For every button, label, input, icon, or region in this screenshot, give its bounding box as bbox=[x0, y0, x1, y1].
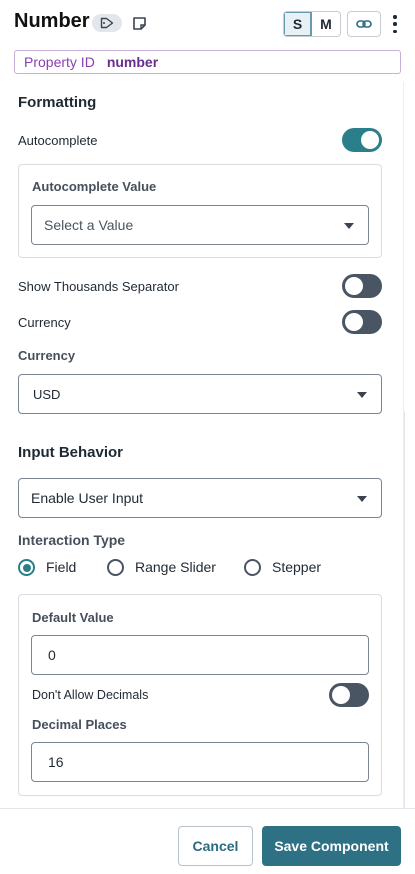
settings-scroll-area[interactable]: Formatting Autocomplete Autocomplete Val… bbox=[0, 82, 415, 808]
chevron-down-icon bbox=[357, 392, 367, 398]
autocomplete-value-select[interactable]: Select a Value bbox=[31, 205, 369, 245]
chevron-down-icon bbox=[344, 223, 354, 229]
currency-toggle-label: Currency bbox=[18, 315, 71, 330]
formatting-section-title: Formatting bbox=[18, 94, 97, 111]
property-id-label: Property ID bbox=[24, 54, 95, 70]
input-behavior-select[interactable]: Enable User Input bbox=[18, 478, 382, 518]
property-id-value: number bbox=[106, 54, 159, 70]
decimal-places-text: 16 bbox=[48, 754, 64, 770]
size-toggle-group: S M bbox=[283, 11, 341, 37]
default-value-input[interactable]: 0 bbox=[31, 635, 369, 675]
chevron-down-icon bbox=[357, 496, 367, 502]
link-button[interactable] bbox=[347, 11, 381, 37]
no-decimals-label: Don't Allow Decimals bbox=[32, 688, 149, 702]
size-small-button[interactable]: S bbox=[284, 12, 312, 36]
interaction-type-radio-group: Field Range Slider Stepper bbox=[18, 558, 398, 578]
more-options-icon[interactable] bbox=[388, 13, 402, 35]
radio-field-label[interactable]: Field bbox=[46, 559, 76, 575]
cancel-button[interactable]: Cancel bbox=[178, 826, 253, 866]
currency-toggle[interactable] bbox=[342, 310, 382, 334]
input-behavior-section-title: Input Behavior bbox=[18, 444, 124, 461]
input-behavior-value: Enable User Input bbox=[31, 490, 144, 506]
radio-range-slider[interactable] bbox=[107, 559, 124, 576]
autocomplete-value-card: Autocomplete Value Select a Value bbox=[18, 164, 382, 258]
autocomplete-value-label: Autocomplete Value bbox=[32, 179, 157, 194]
panel-footer: Cancel Save Component bbox=[0, 808, 415, 874]
currency-select-label: Currency bbox=[18, 348, 76, 363]
radio-stepper[interactable] bbox=[244, 559, 261, 576]
save-component-button[interactable]: Save Component bbox=[262, 826, 401, 866]
autocomplete-value-placeholder: Select a Value bbox=[44, 217, 134, 233]
component-title: Number bbox=[14, 10, 90, 32]
autocomplete-label: Autocomplete bbox=[18, 133, 98, 148]
note-icon[interactable] bbox=[130, 14, 148, 32]
link-icon bbox=[356, 20, 372, 28]
no-decimals-toggle[interactable] bbox=[329, 683, 369, 707]
currency-value: USD bbox=[33, 386, 61, 402]
radio-stepper-label[interactable]: Stepper bbox=[272, 559, 321, 575]
default-value-text: 0 bbox=[48, 647, 56, 663]
tag-icon[interactable] bbox=[92, 14, 122, 32]
decimal-places-label: Decimal Places bbox=[32, 717, 127, 732]
scrollbar-thumb[interactable] bbox=[404, 412, 414, 808]
panel-header: Number S M bbox=[0, 0, 415, 48]
thousands-separator-toggle[interactable] bbox=[342, 274, 382, 298]
property-id-field[interactable]: Property ID number bbox=[14, 50, 401, 74]
thousands-separator-label: Show Thousands Separator bbox=[18, 279, 179, 294]
size-medium-button[interactable]: M bbox=[312, 12, 340, 36]
interaction-type-label: Interaction Type bbox=[18, 532, 126, 548]
radio-range-slider-label[interactable]: Range Slider bbox=[135, 559, 216, 575]
radio-field[interactable] bbox=[18, 559, 35, 576]
autocomplete-toggle[interactable] bbox=[342, 128, 382, 152]
default-value-label: Default Value bbox=[32, 610, 114, 625]
field-settings-card: Default Value 0 Don't Allow Decimals Dec… bbox=[18, 594, 382, 796]
currency-select[interactable]: USD bbox=[18, 374, 382, 414]
decimal-places-input[interactable]: 16 bbox=[31, 742, 369, 782]
